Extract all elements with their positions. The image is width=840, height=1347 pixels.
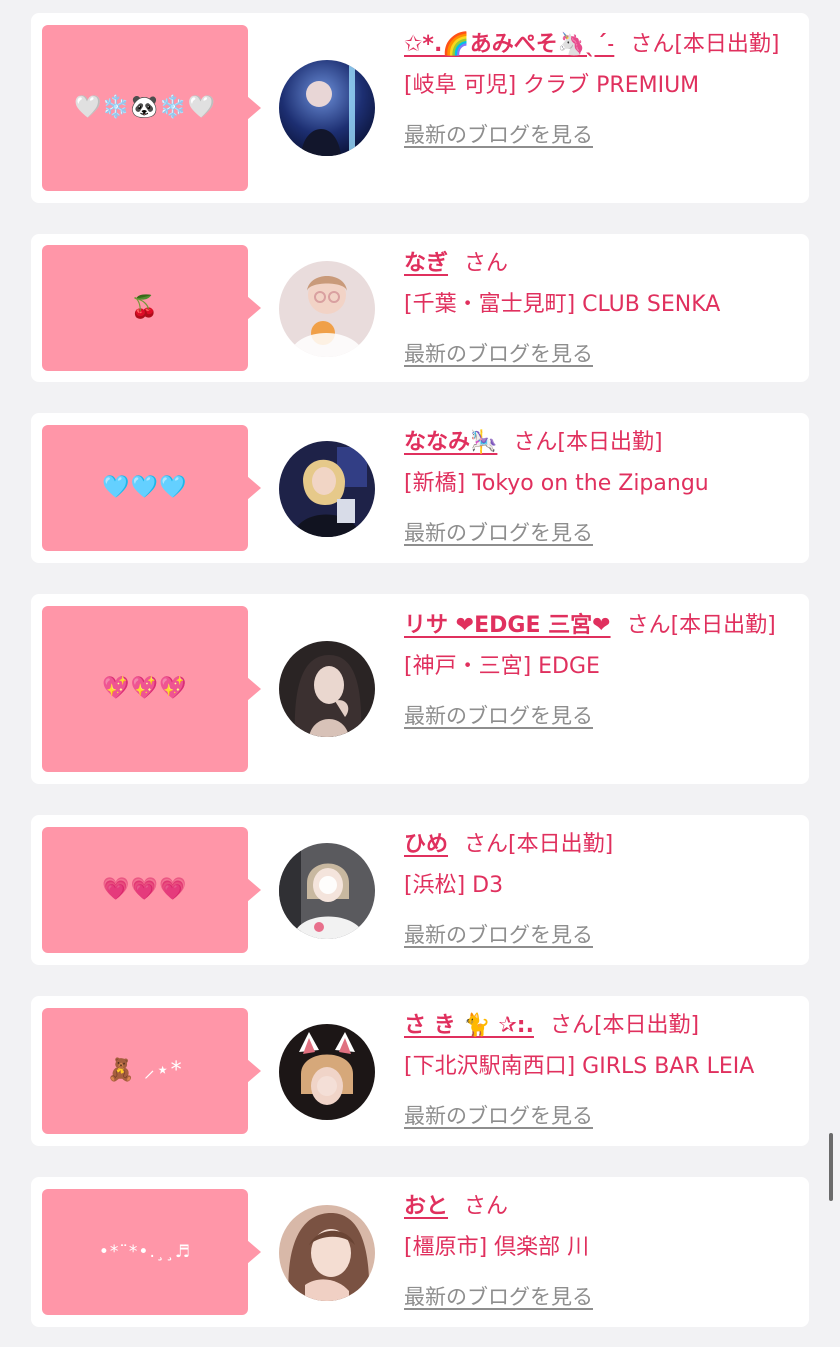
avatar[interactable]	[279, 441, 375, 537]
message-bubble: •*¨*•.¸¸♬	[42, 1189, 261, 1315]
latest-blog-link[interactable]: 最新のブログを見る	[404, 334, 794, 375]
latest-blog-link[interactable]: 最新のブログを見る	[404, 696, 794, 737]
message-bubble: 🧸 ⸝⋆*	[42, 1008, 261, 1134]
author-suffix: さん[本日出勤]	[549, 1013, 700, 1038]
author-name-link[interactable]: ひめ	[404, 832, 448, 857]
author-suffix: さん[本日出勤]	[626, 613, 776, 638]
post-info: リサ ❤EDGE 三宮❤ さん[本日出勤] [神戸・三宮] EDGE 最新のブログ…	[404, 605, 794, 737]
avatar-photo	[279, 441, 375, 537]
avatar[interactable]	[279, 1024, 375, 1120]
post-info: さ き 🐈 ✰:. さん[本日出勤] [下北沢駅南西口] GIRLS BAR LE…	[404, 1005, 794, 1137]
avatar[interactable]	[279, 641, 375, 737]
shop-label: [橿原市] 倶楽部 川	[404, 1235, 590, 1260]
latest-blog-link[interactable]: 最新のブログを見る	[404, 115, 794, 156]
post-info: ✩*.🌈あみぺそ🦄ˎˊ˗ さん[本日出勤] [岐阜 可児] クラブ PREMIUM…	[404, 24, 794, 156]
message-bubble: 💖💖💖	[42, 606, 261, 772]
author-name-link[interactable]: なぎ	[404, 251, 448, 276]
message-text: 🤍❄️🐼❄️🤍	[74, 95, 216, 120]
post-card: 🍒 なぎ さん [千葉・富士見町] CLUB SENKA 最新のブログを見る	[31, 234, 809, 382]
shop-label: [浜松] D3	[404, 873, 504, 898]
author-name-link[interactable]: リサ ❤EDGE 三宮❤	[404, 613, 611, 638]
post-card: 🤍❄️🐼❄️🤍 ✩*.🌈あみぺそ🦄ˎˊ˗ さん[本日出勤] [岐阜 可児] クラブ…	[31, 13, 809, 203]
author-name-link[interactable]: ななみ🎠	[404, 430, 497, 455]
avatar-photo	[279, 641, 375, 737]
avatar[interactable]	[279, 843, 375, 939]
avatar[interactable]	[279, 261, 375, 357]
shop-label: [千葉・富士見町] CLUB SENKA	[404, 292, 721, 317]
avatar-photo	[279, 1024, 375, 1120]
post-card: 🧸 ⸝⋆* さ き 🐈 ✰:. さん[本日出勤] [下北沢駅南西口] GIRLS …	[31, 996, 809, 1146]
post-card: 💖💖💖 リサ ❤EDGE 三宮❤ さん[本日出勤] [神戸・三宮] EDGE 最新…	[31, 594, 809, 784]
post-info: ひめ さん[本日出勤] [浜松] D3 最新のブログを見る	[404, 824, 794, 956]
message-text: 🩵🩵🩵	[102, 475, 188, 500]
shop-label: [新橋] Tokyo on the Zipangu	[404, 471, 709, 496]
author-suffix: さん[本日出勤]	[513, 430, 663, 455]
author-name-link[interactable]: おと	[404, 1194, 448, 1219]
scrollbar-thumb[interactable]	[829, 1133, 833, 1201]
avatar[interactable]	[279, 1205, 375, 1301]
author-suffix: さん[本日出勤]	[630, 32, 780, 57]
message-text: 💖💖💖	[102, 676, 188, 701]
message-bubble: 💗💗💗	[42, 827, 261, 953]
post-card: •*¨*•.¸¸♬ おと さん [橿原市] 倶楽部 川 最新のブログを見る	[31, 1177, 809, 1327]
post-card: 💗💗💗 ひめ さん[本日出勤] [浜松] D3 最新のブログを見る	[31, 815, 809, 965]
latest-blog-link[interactable]: 最新のブログを見る	[404, 1277, 794, 1318]
author-suffix: さん[本日出勤]	[464, 832, 614, 857]
message-bubble: 🤍❄️🐼❄️🤍	[42, 25, 261, 191]
post-card: 🩵🩵🩵 ななみ🎠 さん[本日出勤] [新橋] Tokyo on the Zipan…	[31, 413, 809, 563]
message-text: 💗💗💗	[102, 877, 188, 902]
message-text: 🧸 ⸝⋆*	[107, 1058, 183, 1083]
author-suffix: さん	[464, 251, 509, 276]
author-suffix: さん	[464, 1194, 509, 1219]
avatar-photo	[279, 1205, 375, 1301]
avatar-photo	[279, 261, 375, 357]
message-bubble: 🍒	[42, 245, 261, 371]
message-text: •*¨*•.¸¸♬	[98, 1241, 192, 1262]
author-name-link[interactable]: ✩*.🌈あみぺそ🦄ˎˊ˗	[404, 32, 614, 57]
latest-blog-link[interactable]: 最新のブログを見る	[404, 1096, 794, 1137]
author-name-link[interactable]: さ き 🐈 ✰:.	[404, 1013, 534, 1038]
shop-label: [岐阜 可児] クラブ PREMIUM	[404, 73, 700, 98]
message-bubble: 🩵🩵🩵	[42, 425, 261, 551]
post-info: なぎ さん [千葉・富士見町] CLUB SENKA 最新のブログを見る	[404, 243, 794, 375]
avatar-photo	[279, 60, 375, 156]
latest-blog-link[interactable]: 最新のブログを見る	[404, 915, 794, 956]
latest-blog-link[interactable]: 最新のブログを見る	[404, 513, 794, 554]
message-text: 🍒	[130, 295, 160, 320]
shop-label: [下北沢駅南西口] GIRLS BAR LEIA	[404, 1054, 755, 1079]
avatar-photo	[279, 843, 375, 939]
avatar[interactable]	[279, 60, 375, 156]
shop-label: [神戸・三宮] EDGE	[404, 654, 600, 679]
post-info: おと さん [橿原市] 倶楽部 川 最新のブログを見る	[404, 1186, 794, 1318]
post-info: ななみ🎠 さん[本日出勤] [新橋] Tokyo on the Zipangu 最…	[404, 422, 794, 554]
